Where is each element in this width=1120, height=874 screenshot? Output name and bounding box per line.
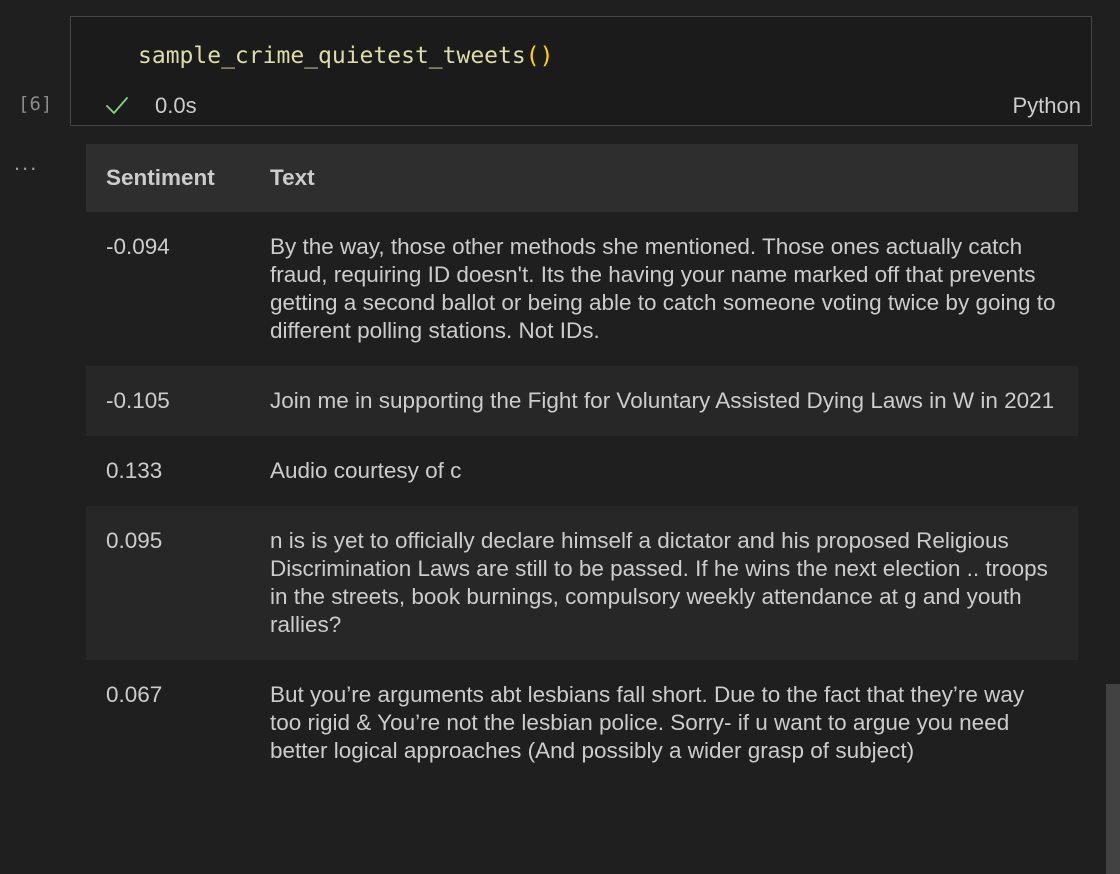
code-line[interactable]: sample_crime_quietest_tweets() [138, 43, 553, 69]
check-icon [105, 94, 129, 118]
sentiment-cell: 0.095 [86, 506, 250, 660]
column-header-text: Text [250, 144, 1078, 212]
output-table: Sentiment Text -0.094 By the way, those … [86, 144, 1078, 786]
text-cell: Join me in supporting the Fight for Volu… [250, 366, 1078, 436]
code-cell[interactable]: sample_crime_quietest_tweets() 0.0s Pyth… [70, 16, 1092, 126]
text-cell: Audio courtesy of c [250, 436, 1078, 506]
table-header-row: Sentiment Text [86, 144, 1078, 212]
call-parens: () [525, 43, 554, 69]
table-row: 0.095 n is is yet to officially declare … [86, 506, 1078, 660]
function-name: sample_crime_quietest_tweets [138, 43, 526, 69]
sentiment-cell: -0.094 [86, 212, 250, 366]
table-row: 0.067 But you’re arguments abt lesbians … [86, 660, 1078, 786]
vertical-scrollbar[interactable] [1106, 684, 1120, 874]
execution-status: 0.0s [105, 93, 197, 119]
notebook-view: [6] sample_crime_quietest_tweets() 0.0s … [0, 0, 1120, 874]
table-row: -0.094 By the way, those other methods s… [86, 212, 1078, 366]
text-cell: n is is yet to officially declare himsel… [250, 506, 1078, 660]
text-cell: By the way, those other methods she ment… [250, 212, 1078, 366]
sentiment-cell: 0.133 [86, 436, 250, 506]
output-more-actions-icon[interactable]: ... [14, 150, 38, 176]
kernel-language-button[interactable]: Python [1013, 93, 1082, 119]
sentiment-cell: 0.067 [86, 660, 250, 786]
text-cell: But you’re arguments abt lesbians fall s… [250, 660, 1078, 786]
sentiment-cell: -0.105 [86, 366, 250, 436]
execution-count: [6] [18, 93, 53, 115]
column-header-sentiment: Sentiment [86, 144, 250, 212]
execution-duration: 0.0s [155, 93, 197, 118]
table-row: 0.133 Audio courtesy of c [86, 436, 1078, 506]
table-row: -0.105 Join me in supporting the Fight f… [86, 366, 1078, 436]
